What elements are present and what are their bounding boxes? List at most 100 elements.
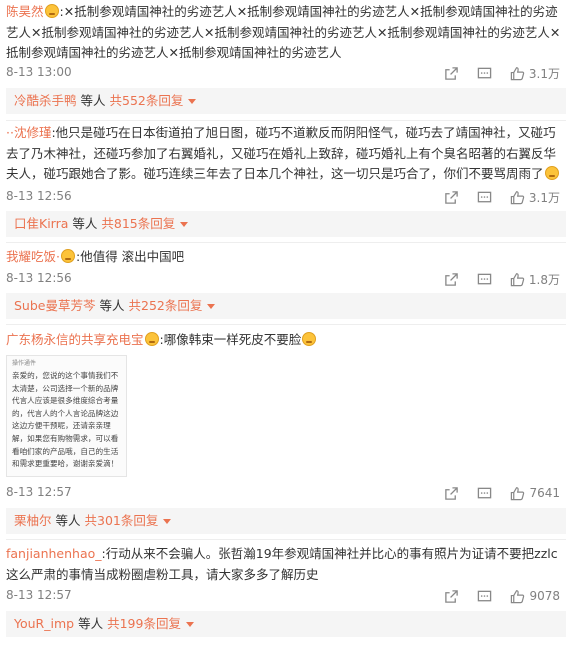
like-icon (510, 190, 525, 204)
share-icon (445, 190, 458, 204)
comment-meta: 8-13 12:57 7641 (6, 483, 566, 503)
comment-button[interactable] (477, 589, 492, 604)
comment-button[interactable] (477, 272, 492, 287)
like-count: 7641 (529, 486, 560, 500)
attached-screenshot[interactable]: 操作通件 亲爱的，您说的这个事情我们不太清楚，公司选择一个新的品牌代言人应该是很… (6, 355, 127, 477)
comment-username[interactable]: 广东杨永信的共享充电宝 (6, 332, 144, 347)
share-button[interactable] (444, 66, 459, 81)
reply-count-link[interactable]: 共552条回复 (110, 93, 184, 108)
comment-meta: 8-13 13:00 3.1万 (6, 63, 566, 83)
comment-username[interactable]: ··沈修瑾 (6, 125, 51, 140)
reply-summary[interactable]: 口隹Kirra 等人 共815条回复 (6, 211, 566, 237)
share-button[interactable] (444, 272, 459, 287)
screenshot-header: 操作通件 (12, 360, 37, 367)
reply-username[interactable]: YouR_imp (14, 616, 74, 631)
emoji-icon (44, 4, 59, 18)
comment-time: 8-13 12:56 (6, 189, 72, 203)
comment-body: :✕抵制参观靖国神社的劣迹艺人✕抵制参观靖国神社的劣迹艺人✕抵制参观靖国神社的劣… (6, 4, 561, 60)
comment-text: fanjianhenhao_:行动从来不会骗人。张哲瀚19年参观靖国神社并比心的… (6, 544, 566, 585)
caret-down-icon (207, 304, 216, 309)
share-icon (445, 66, 458, 80)
comment-icon (478, 590, 492, 601)
comment-text: 陈昊然:✕抵制参观靖国神社的劣迹艺人✕抵制参观靖国神社的劣迹艺人✕抵制参观靖国神… (6, 2, 566, 64)
comment-body: :他只是碰巧在日本街道拍了旭日图，碰巧不道歉反而阴阳怪气，碰巧去了靖国神社，又碰… (6, 125, 557, 181)
comment-text: 广东杨永信的共享充电宝 :哪像韩束一样死皮不要脸 (6, 330, 566, 351)
divider (6, 242, 566, 243)
comment-body: :哪像韩束一样死皮不要脸 (159, 332, 302, 347)
reply-username[interactable]: 冷酷杀手鸭 (14, 93, 77, 108)
comment-actions: 3.1万 (426, 187, 560, 207)
emoji-icon (302, 332, 317, 346)
comment-button[interactable] (477, 486, 492, 501)
divider (6, 539, 566, 540)
like-icon (510, 66, 525, 80)
comment-icon (477, 67, 492, 78)
comment-button[interactable] (477, 66, 492, 81)
comment-icon (477, 191, 492, 202)
like-button[interactable]: 3.1万 (510, 189, 560, 206)
share-button[interactable] (444, 589, 459, 604)
reply-count-link[interactable]: 共301条回复 (85, 513, 159, 528)
like-count: 9078 (529, 589, 560, 603)
comment-actions: 7641 (426, 483, 560, 503)
screenshot-text: 亲爱的，您说的这个事情我们不太清楚，公司选择一个新的品牌代言人应该是很多维度综合… (12, 371, 119, 469)
emoji-icon (544, 166, 559, 180)
share-icon (445, 272, 458, 286)
comment-username[interactable]: 陈昊然 (6, 4, 44, 19)
like-icon (511, 589, 525, 603)
reply-summary[interactable]: 冷酷杀手鸭 等人 共552条回复 (6, 88, 566, 114)
divider (6, 324, 566, 325)
like-button[interactable]: 3.1万 (510, 65, 560, 82)
comment-meta: 8-13 12:56 1.8万 (6, 269, 566, 289)
like-count: 1.8万 (528, 272, 560, 287)
like-button[interactable]: 9078 (510, 589, 560, 604)
reply-count-link[interactable]: 共252条回复 (129, 298, 203, 313)
comment-icon (477, 273, 492, 284)
caret-down-icon (188, 99, 197, 104)
comment-actions: 9078 (426, 586, 560, 606)
like-icon (511, 486, 525, 500)
comment-actions: 1.8万 (426, 269, 560, 289)
divider (6, 120, 566, 121)
reply-username[interactable]: Sube曼草芳芩 (14, 298, 95, 313)
comment-text: 我耀吃饭· :他值得 滚出中国吧 (6, 247, 566, 268)
share-icon (445, 486, 459, 500)
comment-actions: 3.1万 (426, 63, 560, 83)
like-icon (510, 272, 525, 286)
comment-text: ··沈修瑾:他只是碰巧在日本街道拍了旭日图，碰巧不道歉反而阴阳怪气，碰巧去了靖国… (6, 123, 566, 185)
reply-count-link[interactable]: 共199条回复 (107, 616, 181, 631)
like-count: 3.1万 (528, 66, 560, 81)
reply-others-label: 等人 (72, 216, 98, 231)
comment-time: 8-13 12:57 (6, 588, 72, 602)
reply-others-label: 等人 (80, 93, 106, 108)
comment-meta: 8-13 12:56 3.1万 (6, 187, 566, 207)
comment-button[interactable] (477, 190, 492, 205)
caret-down-icon (180, 222, 189, 227)
comment-time: 8-13 12:57 (6, 485, 72, 499)
share-button[interactable] (444, 486, 459, 501)
share-button[interactable] (444, 190, 459, 205)
reply-username[interactable]: 栗柚尔 (14, 513, 52, 528)
reply-count-link[interactable]: 共815条回复 (101, 216, 175, 231)
reply-summary[interactable]: Sube曼草芳芩 等人 共252条回复 (6, 293, 566, 319)
share-icon (445, 589, 459, 603)
reply-others-label: 等人 (55, 513, 81, 528)
comment-body: :他值得 滚出中国吧 (75, 249, 185, 264)
comment-meta: 8-13 12:57 9078 (6, 586, 566, 606)
reply-others-label: 等人 (99, 298, 125, 313)
comment-icon (478, 487, 492, 498)
reply-others-label: 等人 (78, 616, 104, 631)
comment-time: 8-13 13:00 (6, 65, 72, 79)
emoji-icon (144, 332, 159, 346)
like-count: 3.1万 (528, 190, 560, 205)
comment-time: 8-13 12:56 (6, 271, 72, 285)
like-button[interactable]: 7641 (510, 486, 560, 501)
caret-down-icon (163, 519, 172, 524)
reply-summary[interactable]: YouR_imp 等人 共199条回复 (6, 611, 566, 637)
comment-username[interactable]: fanjianhenhao_ (6, 546, 102, 561)
reply-summary[interactable]: 栗柚尔 等人 共301条回复 (6, 508, 566, 534)
emoji-icon (60, 249, 75, 263)
comment-username[interactable]: 我耀吃饭· (6, 249, 60, 264)
reply-username[interactable]: 口隹Kirra (14, 216, 68, 231)
like-button[interactable]: 1.8万 (510, 271, 560, 288)
